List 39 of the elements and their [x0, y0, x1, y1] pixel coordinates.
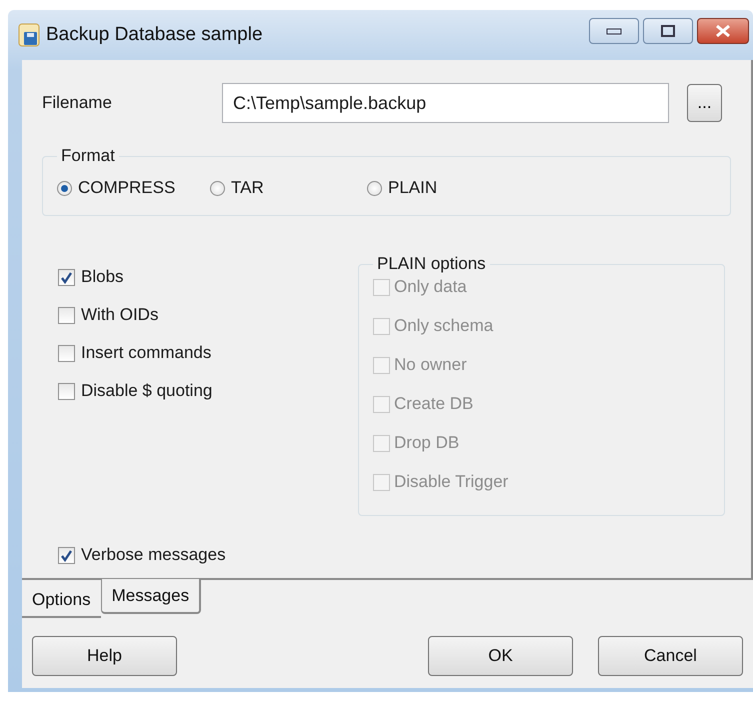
maximize-icon [660, 24, 676, 38]
database-save-icon [18, 23, 40, 47]
group-title: PLAIN options [376, 254, 487, 274]
checkbox-label: No owner [394, 355, 467, 375]
checkbox-label: With OIDs [81, 305, 158, 325]
checkbox-label: Drop DB [394, 433, 460, 453]
radio-label: COMPRESS [78, 178, 176, 198]
checkbox-label: Only schema [394, 316, 494, 336]
checkbox-label: Create DB [394, 394, 474, 414]
checkbox[interactable] [58, 344, 75, 362]
checkbox-label: Disable $ quoting [81, 381, 212, 401]
group-title: Format [60, 146, 116, 166]
radio-button[interactable] [210, 180, 225, 196]
checkbox-label: Verbose messages [81, 545, 226, 565]
window-title: Backup Database sample [46, 24, 264, 46]
checkbox-label: Insert commands [81, 343, 212, 363]
filename-field[interactable]: C:\Temp\sample.backup [222, 83, 669, 123]
checkbox-label: Only data [394, 277, 467, 297]
checkbox[interactable] [58, 382, 75, 400]
checkbox[interactable] [58, 306, 75, 324]
filename-label: Filename [42, 93, 113, 113]
radio-button[interactable] [57, 180, 72, 196]
checkbox[interactable] [58, 546, 75, 564]
checkbox-label: Disable Trigger [394, 472, 508, 492]
radio-button[interactable] [367, 180, 382, 196]
radio-label: PLAIN [388, 178, 438, 198]
tab[interactable]: Messages [100, 578, 202, 614]
browse-button[interactable]: ... [687, 84, 722, 122]
close-button[interactable] [697, 18, 749, 44]
dialog-button[interactable]: Help [32, 636, 177, 676]
minimize-icon [606, 27, 622, 35]
checkbox[interactable] [58, 268, 75, 286]
radio-label: TAR [231, 178, 264, 198]
checkbox-label: Blobs [81, 267, 124, 287]
close-icon [714, 24, 732, 38]
dialog-button[interactable]: Cancel [598, 636, 743, 676]
dialog-button[interactable]: OK [428, 636, 573, 676]
minimize-button[interactable] [589, 18, 639, 44]
maximize-button[interactable] [643, 18, 693, 44]
